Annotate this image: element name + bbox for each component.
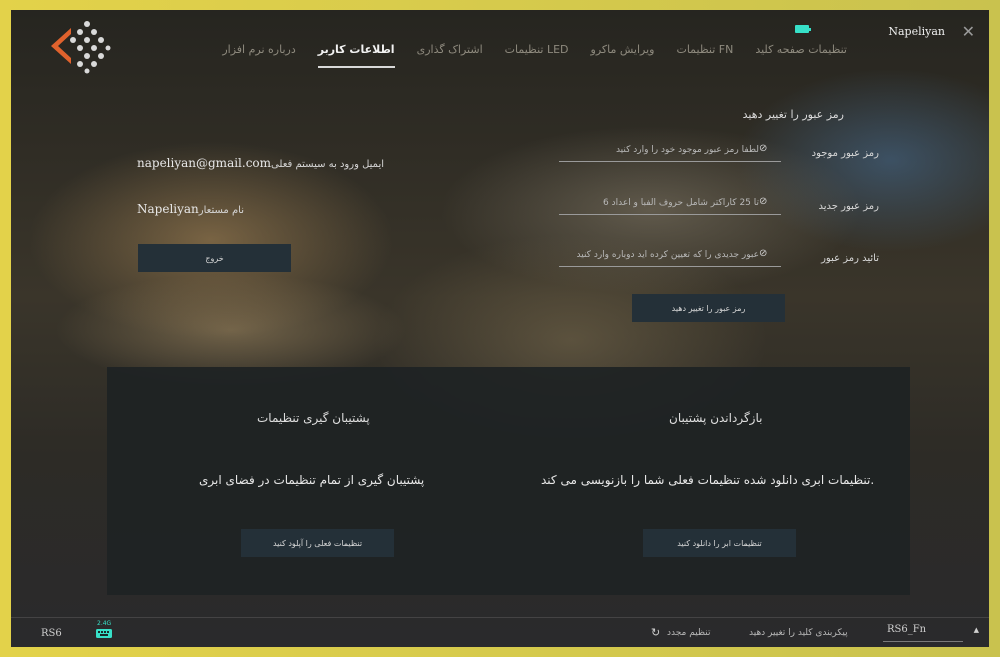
profile-select-value: RS6_Fn — [887, 624, 927, 635]
device-name: RS6 — [41, 628, 62, 639]
username-line: نام مستعارNapeliyan — [137, 202, 244, 216]
download-settings-button[interactable]: تنظیمات ابر را دانلود کنید — [643, 529, 796, 557]
battery-icon — [795, 25, 811, 33]
tab-fn-settings[interactable]: FN تنظیمات — [676, 43, 733, 68]
profile-select[interactable]: RS6_Fn ▲ — [883, 624, 979, 642]
close-icon[interactable]: ✕ — [962, 22, 975, 41]
confirm-password-input[interactable] — [559, 243, 781, 267]
eye-off-icon[interactable]: ⊘ — [759, 248, 767, 259]
current-password-label: رمز عبور موجود — [811, 148, 879, 159]
eye-off-icon[interactable]: ⊘ — [759, 196, 767, 207]
brand-name: Napeliyan — [888, 25, 945, 38]
change-key-layout-label[interactable]: پیکربندی کلید را تغییر دهید — [749, 628, 848, 638]
email-line: ایمیل ورود به سیستم فعلیnapeliyan@gmail.… — [137, 156, 384, 170]
caret-down-icon[interactable]: ▲ — [974, 626, 979, 634]
logout-button[interactable]: خروج — [138, 244, 291, 272]
tab-sharing[interactable]: اشتراک گذاری — [417, 43, 483, 68]
current-password-row: ⊘ رمز عبور موجود — [559, 138, 879, 164]
tab-about[interactable]: درباره نرم افزار — [222, 43, 295, 68]
upload-settings-button[interactable]: تنظیمات فعلی را آپلود کنید — [241, 529, 394, 557]
backup-title: پشتیبان گیری تنظیمات — [257, 411, 370, 425]
restore-description: .تنظیمات ابری دانلود شده تنظیمات فعلی شم… — [541, 473, 875, 487]
new-password-label: رمز عبور جدید — [818, 201, 879, 212]
current-password-input[interactable] — [559, 138, 781, 162]
reset-label[interactable]: تنظیم مجدد — [667, 628, 711, 638]
backup-description: پشتیبان گیری از تمام تنظیمات در فضای ابر… — [199, 473, 425, 487]
confirm-password-label: تائید رمز عبور — [821, 253, 879, 264]
top-bar: درباره نرم افزار اطلاعات کاربر اشتراک گذ… — [11, 10, 989, 84]
change-password-button[interactable]: رمز عبور را تغییر دهید — [632, 294, 785, 322]
tab-user-info[interactable]: اطلاعات کاربر — [317, 43, 395, 68]
tab-led-settings[interactable]: LED تنظیمات — [505, 43, 569, 68]
new-password-input[interactable] — [559, 191, 781, 215]
username-value: Napeliyan — [137, 202, 199, 216]
tab-keyboard-settings[interactable]: تنظیمات صفحه کلید — [755, 43, 847, 68]
email-label: ایمیل ورود به سیستم فعلی — [271, 159, 385, 170]
refresh-icon[interactable]: ↻ — [651, 626, 660, 639]
keyboard-icon[interactable]: 2.4G — [95, 620, 113, 639]
dot-diamond-logo-icon — [49, 18, 113, 74]
confirm-password-row: ⊘ تائید رمز عبور — [559, 243, 879, 269]
app-frame: درباره نرم افزار اطلاعات کاربر اشتراک گذ… — [0, 0, 1000, 657]
app-window: درباره نرم افزار اطلاعات کاربر اشتراک گذ… — [11, 10, 989, 647]
eye-off-icon[interactable]: ⊘ — [759, 143, 767, 154]
change-password-title: رمز عبور را تغییر دهید — [742, 108, 844, 121]
restore-title: بازگرداندن پشتیبان — [669, 411, 763, 425]
tab-macro-editor[interactable]: ویرایش ماکرو — [591, 43, 655, 68]
wireless-badge: 2.4G — [97, 620, 112, 627]
username-label: نام مستعار — [198, 205, 244, 216]
email-value: napeliyan@gmail.com — [137, 156, 272, 170]
main-tabs: درباره نرم افزار اطلاعات کاربر اشتراک گذ… — [222, 43, 847, 68]
new-password-row: ⊘ رمز عبور جدید — [559, 191, 879, 217]
cloud-backup-panel: پشتیبان گیری تنظیمات پشتیبان گیری از تما… — [107, 367, 910, 595]
bottom-bar: RS6 2.4G ↻ تنظیم مجدد پیکربندی کلید را ت… — [11, 617, 989, 647]
